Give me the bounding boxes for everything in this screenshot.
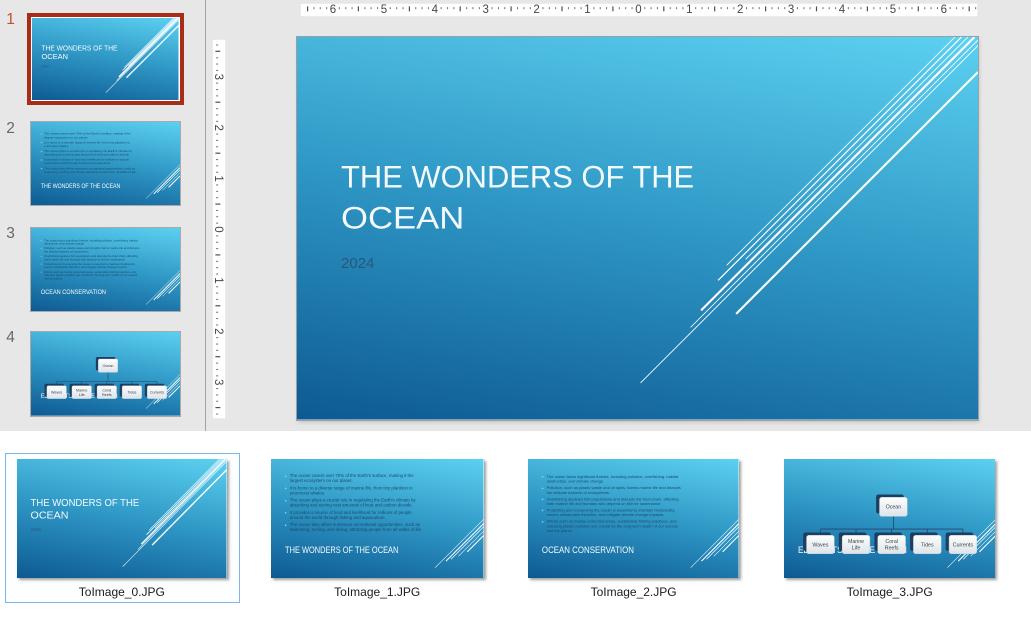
- svg-text:0: 0: [635, 3, 641, 15]
- svg-text:1: 1: [212, 277, 224, 283]
- svg-text:3: 3: [482, 3, 488, 15]
- svg-text:0: 0: [212, 226, 224, 232]
- svg-text:5: 5: [381, 3, 387, 15]
- svg-text:2: 2: [737, 3, 743, 15]
- svg-text:1: 1: [584, 3, 590, 15]
- svg-text:2: 2: [533, 3, 539, 15]
- svg-text:3: 3: [788, 3, 794, 15]
- svg-text:1: 1: [212, 175, 224, 181]
- svg-text:6: 6: [941, 3, 947, 15]
- svg-text:3: 3: [212, 73, 224, 79]
- svg-text:3: 3: [212, 378, 224, 384]
- svg-text:1: 1: [686, 3, 692, 15]
- svg-text:6: 6: [330, 3, 336, 15]
- svg-text:5: 5: [890, 3, 896, 15]
- svg-text:2: 2: [212, 124, 224, 130]
- svg-text:2: 2: [212, 328, 224, 334]
- svg-text:4: 4: [839, 3, 846, 15]
- svg-text:4: 4: [432, 3, 439, 15]
